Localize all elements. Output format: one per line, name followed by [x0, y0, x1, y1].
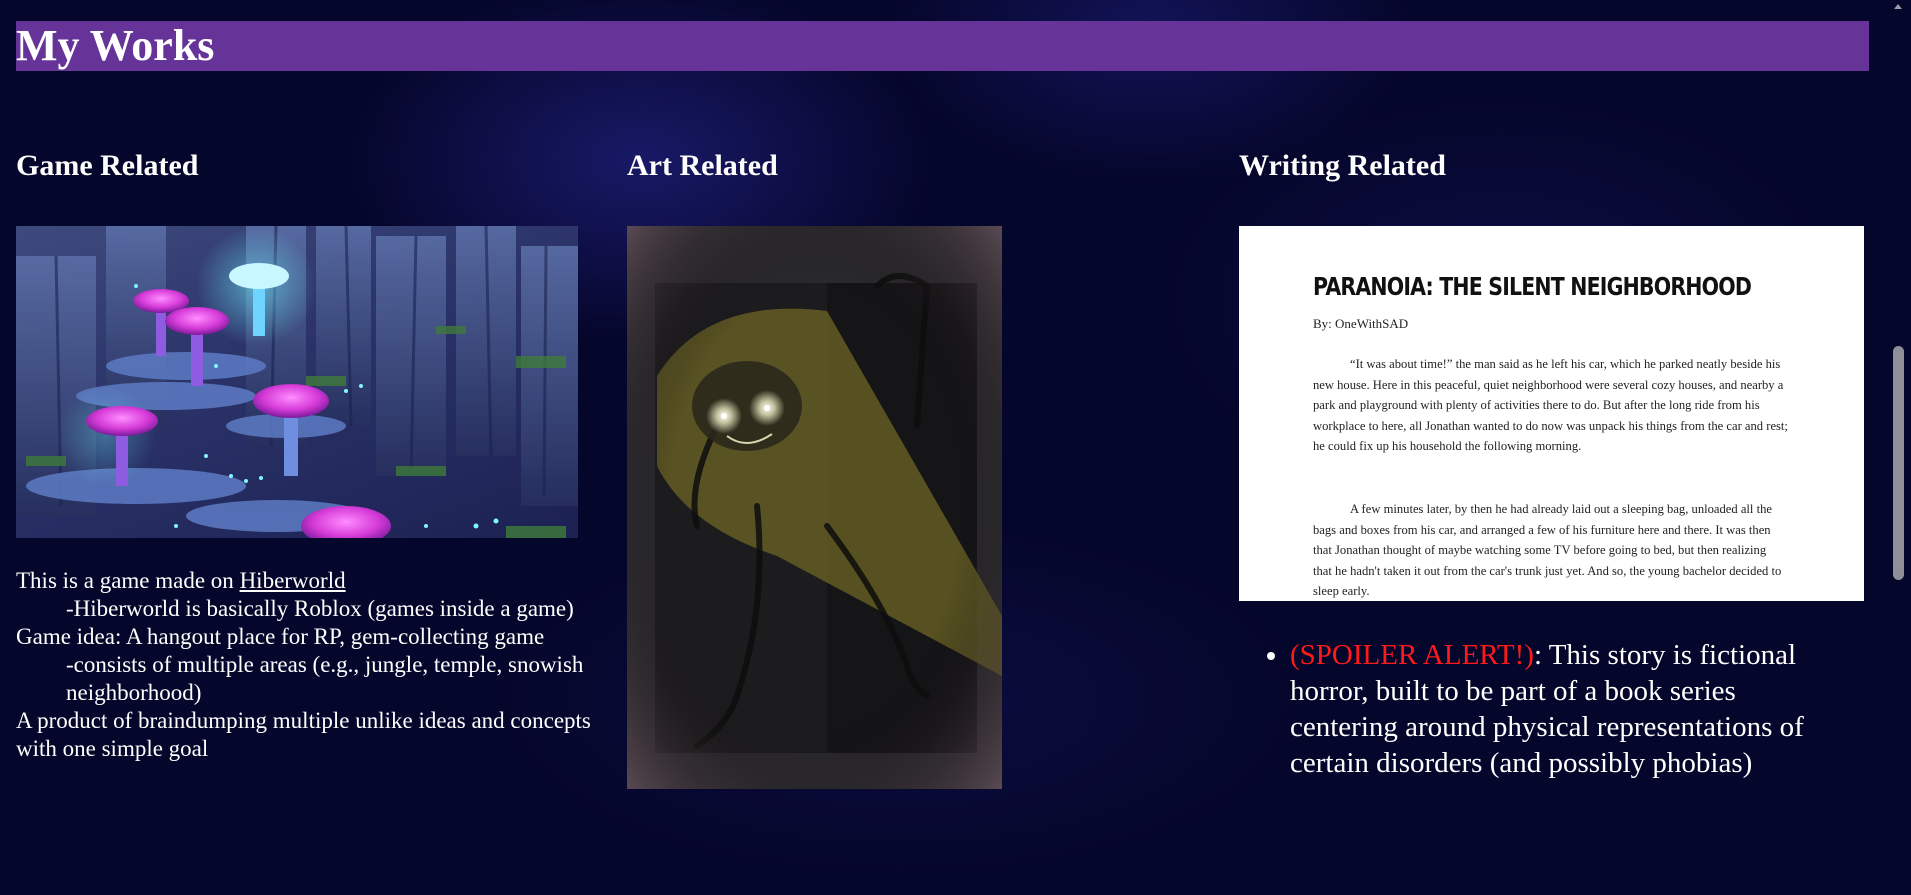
scrollbar-thumb[interactable] [1893, 346, 1904, 580]
story-document-preview: PARANOIA: THE SILENT NEIGHBORHOOD By: On… [1239, 226, 1864, 601]
scroll-up-arrow-icon[interactable] [1894, 4, 1902, 9]
game-line-5: A product of braindumping multiple unlik… [16, 708, 591, 761]
page-title-bar: My Works [16, 21, 1869, 71]
art-related-heading: Art Related [627, 149, 778, 182]
story-title: PARANOIA: THE SILENT NEIGHBORHOOD [1313, 272, 1752, 301]
spoiler-alert-label: (SPOILER ALERT!) [1290, 639, 1534, 671]
game-line-4: -consists of multiple areas (e.g., jungl… [66, 652, 584, 705]
story-byline: By: OneWithSAD [1313, 316, 1409, 331]
game-description: This is a game made on Hiberworld -Hiber… [16, 567, 626, 763]
art-drawing [627, 226, 1002, 789]
game-related-heading: Game Related [16, 149, 199, 182]
story-paragraph: A few minutes later, by then he had alre… [1313, 502, 1782, 599]
page-title: My Works [16, 21, 215, 70]
game-line-3: Game idea: A hangout place for RP, gem-c… [16, 624, 545, 649]
writing-related-heading: Writing Related [1239, 149, 1446, 182]
game-screenshot [16, 226, 578, 538]
story-paragraph: “It was about time!” the man said as he … [1313, 357, 1788, 454]
writing-notes-list: (SPOILER ALERT!): This story is fictiona… [1240, 637, 1840, 781]
game-line-1: This is a game made on Hiberworld [16, 568, 346, 593]
vertical-scrollbar[interactable] [1886, 0, 1911, 895]
game-line-2: -Hiberworld is basically Roblox (games i… [66, 596, 574, 621]
hiberworld-link[interactable]: Hiberworld [240, 568, 346, 593]
list-item: (SPOILER ALERT!): This story is fictiona… [1290, 637, 1840, 781]
